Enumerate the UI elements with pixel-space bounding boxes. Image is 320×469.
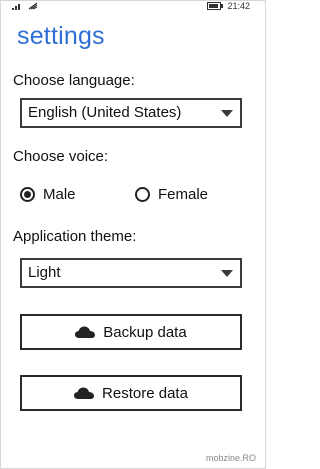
voice-option-label: Male bbox=[43, 186, 76, 203]
language-select-value: English (United States) bbox=[28, 104, 182, 121]
watermark: mobzine.RO bbox=[205, 453, 256, 463]
restore-button-label: Restore data bbox=[102, 384, 188, 402]
cloud-icon bbox=[75, 326, 96, 338]
theme-select[interactable]: Light bbox=[20, 258, 242, 288]
backup-button[interactable]: Backup data bbox=[20, 314, 242, 350]
restore-button[interactable]: Restore data bbox=[20, 375, 242, 411]
radio-checked-icon bbox=[20, 187, 35, 202]
cloud-icon bbox=[74, 387, 95, 399]
language-select[interactable]: English (United States) bbox=[20, 98, 242, 128]
wifi-icon bbox=[28, 2, 38, 12]
status-bar: 21:42 bbox=[0, 0, 266, 14]
clock: 21:42 bbox=[227, 1, 250, 11]
theme-label: Application theme: bbox=[13, 228, 137, 245]
voice-label: Choose voice: bbox=[13, 148, 109, 165]
voice-option-label: Female bbox=[158, 186, 209, 203]
voice-radio-male[interactable]: Male bbox=[20, 186, 76, 203]
battery-icon bbox=[207, 2, 224, 10]
voice-radio-female[interactable]: Female bbox=[135, 186, 208, 203]
chevron-down-icon bbox=[221, 270, 233, 277]
chevron-down-icon bbox=[221, 110, 233, 117]
backup-button-label: Backup data bbox=[103, 323, 187, 341]
radio-unchecked-icon bbox=[135, 187, 150, 202]
status-bar-right: 21:42 bbox=[207, 1, 250, 11]
status-bar-left bbox=[12, 2, 38, 12]
signal-icon bbox=[12, 2, 22, 12]
language-label: Choose language: bbox=[13, 72, 135, 89]
theme-select-value: Light bbox=[28, 264, 61, 281]
page-title: settings bbox=[17, 22, 105, 50]
